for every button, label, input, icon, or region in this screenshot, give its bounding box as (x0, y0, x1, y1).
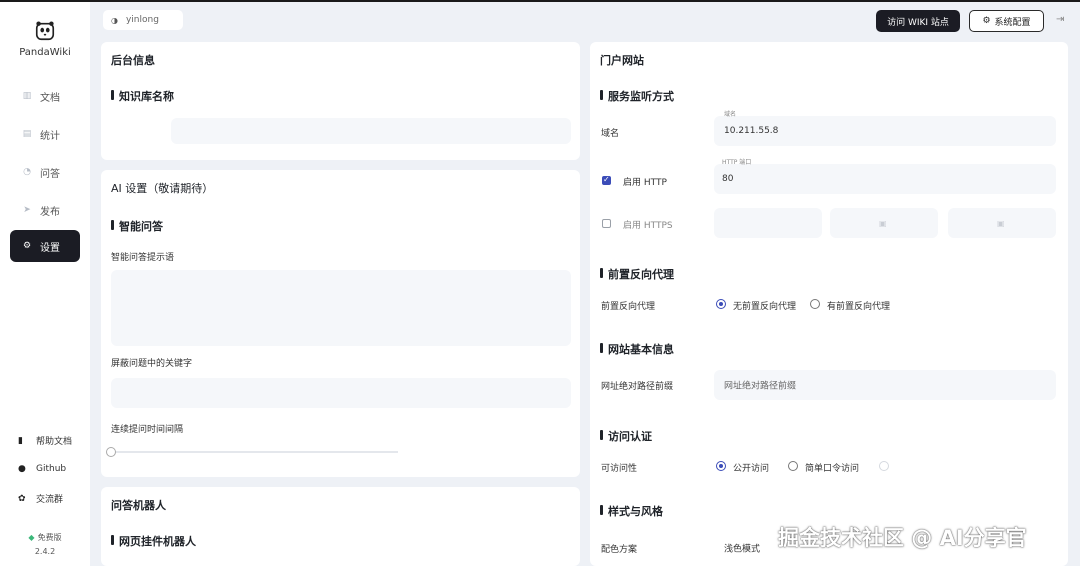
upload-icon: ▣ (878, 218, 887, 228)
kb-name-input[interactable] (171, 118, 571, 144)
system-config-label: 系统配置 (994, 17, 1031, 28)
enable-https-label: 启用 HTTPS (623, 221, 673, 231)
sidebar-item-label: 问答 (40, 168, 60, 180)
qa-robot-card: 问答机器人 网页挂件机器人 (101, 487, 580, 566)
send-icon: ➤ (23, 205, 31, 215)
https-port-input[interactable] (714, 208, 822, 238)
section-title: 知识库名称 (111, 88, 174, 104)
enable-https-checkbox[interactable] (602, 219, 611, 228)
card-title: 门户网站 (600, 54, 644, 67)
sidebar-item-label: 文档 (40, 92, 60, 104)
url-prefix-label: 网址绝对路径前缀 (601, 382, 674, 392)
proxy-label: 前置反向代理 (601, 302, 656, 312)
section-title: 访问认证 (600, 428, 652, 444)
blocked-keywords-input[interactable] (111, 378, 571, 408)
portal-card: 门户网站 服务监听方式 域名 域名 10.211.55.8 启用 HTTP HT… (590, 42, 1068, 566)
color-scheme-value: 浅色模式 (724, 544, 761, 555)
github-icon: ● (18, 464, 26, 474)
sidebar-link-label: 交流群 (36, 495, 64, 505)
watermark: 掘金技术社区 @ AI分享官 (778, 526, 1027, 550)
enable-http-checkbox[interactable] (602, 175, 611, 185)
blocked-keywords-label: 屏蔽问题中的关键字 (111, 359, 193, 369)
url-prefix-placeholder: 网址绝对路径前缀 (724, 381, 797, 392)
panda-logo-icon (35, 21, 55, 41)
radio-no-proxy-label: 无前置反向代理 (733, 302, 797, 312)
upload-icon: ▣ (996, 218, 1005, 228)
avatar-icon: ◑ (111, 15, 118, 25)
username: yinlong (125, 15, 159, 25)
section-title: 服务监听方式 (600, 88, 674, 104)
enable-http-label: 启用 HTTP (623, 178, 667, 188)
user-chip[interactable]: ◑ yinlong (103, 10, 183, 30)
https-cert-upload[interactable]: ▣ (830, 208, 938, 238)
url-prefix-input[interactable]: 网址绝对路径前缀 (714, 370, 1056, 400)
radio-disabled-option[interactable] (879, 461, 889, 471)
section-title: 前置反向代理 (600, 266, 680, 282)
radio-no-proxy[interactable] (716, 299, 726, 309)
section-title: 智能问答 (111, 218, 163, 234)
section-title: 网站基本信息 (600, 341, 674, 357)
http-port-input[interactable]: HTTP 端口 80 (714, 159, 1056, 194)
radio-public-access-label: 公开访问 (733, 464, 770, 474)
doc-icon: ▥ (22, 91, 32, 101)
chart-icon: ▤ (22, 129, 32, 139)
version-badge-label: 免费版 (37, 533, 62, 542)
radio-has-proxy-label: 有前置反向代理 (827, 302, 891, 312)
backend-info-card: 后台信息 知识库名称 (101, 42, 580, 160)
sidebar-item-label: 发布 (40, 206, 60, 218)
prompt-textarea[interactable] (111, 270, 571, 346)
sidebar-item-publish[interactable]: ➤ 发布 (10, 194, 80, 226)
interval-label: 连续提问时间间隔 (111, 425, 184, 435)
color-scheme-label: 配色方案 (601, 545, 638, 555)
section-title: 网页挂件机器人 (111, 533, 196, 549)
interval-slider-track[interactable] (113, 451, 398, 453)
app-name: PandaWiki (19, 47, 71, 58)
sidebar-item-settings[interactable]: ⚙ 设置 (10, 230, 80, 262)
version-number: 2.4.2 (34, 547, 56, 556)
badge-icon: ◆ (28, 533, 35, 542)
accessibility-label: 可访问性 (601, 464, 638, 474)
chat-icon: ◔ (23, 167, 31, 177)
card-title: AI 设置（敬请期待） (111, 182, 214, 195)
system-config-button[interactable]: ⚙ 系统配置 (969, 10, 1044, 32)
version-badge: ◆ 免费版 (0, 532, 90, 543)
app-logo[interactable]: PandaWiki (0, 20, 90, 58)
card-title: 后台信息 (111, 54, 155, 67)
sidebar-item-docs[interactable]: ▥ 文档 (10, 80, 80, 112)
domain-input[interactable]: 域名 10.211.55.8 (714, 111, 1056, 146)
sidebar-link-label: 帮助文档 (36, 437, 73, 447)
sidebar-item-label: 统计 (40, 130, 60, 142)
radio-password-access[interactable] (788, 461, 798, 471)
radio-password-access-label: 简单口令访问 (805, 464, 860, 474)
sidebar-item-qa[interactable]: ◔ 问答 (10, 156, 80, 188)
visit-wiki-button[interactable]: 访问 WIKI 站点 (876, 10, 960, 32)
group-icon: ✿ (18, 493, 26, 504)
http-port-value: 80 (722, 174, 734, 184)
interval-slider-handle[interactable] (106, 447, 116, 457)
sidebar-link-github[interactable]: ● Github (18, 464, 66, 474)
sidebar-item-stats[interactable]: ▤ 统计 (10, 118, 80, 150)
sidebar-link-help-docs[interactable]: ▮ 帮助文档 (18, 434, 73, 448)
sidebar: PandaWiki ▥ 文档 ▤ 统计 ◔ 问答 ➤ 发布 ⚙ 设置 ▮ 帮助文… (0, 2, 90, 566)
https-key-upload[interactable]: ▣ (948, 208, 1056, 238)
proxy-section-title: 前置反向代理 (608, 268, 674, 281)
http-port-field-label: HTTP 端口 (722, 159, 752, 166)
section-title: 样式与风格 (600, 503, 663, 519)
book-icon: ▮ (18, 435, 23, 446)
domain-field-label: 域名 (724, 111, 737, 118)
sidebar-item-label: 设置 (40, 242, 60, 254)
domain-value: 10.211.55.8 (724, 126, 779, 136)
sidebar-link-community[interactable]: ✿ 交流群 (18, 492, 64, 506)
card-title: 问答机器人 (111, 499, 166, 512)
ai-settings-card: AI 设置（敬请期待） 智能问答 智能问答提示语 屏蔽问题中的关键字 连续提问时… (101, 170, 580, 477)
sidebar-link-label: Github (36, 464, 67, 474)
logout-icon[interactable]: ⇥ (1056, 14, 1064, 25)
gear-icon: ⚙ (22, 241, 32, 251)
radio-has-proxy[interactable] (810, 299, 820, 309)
domain-label: 域名 (601, 129, 620, 139)
top-border (0, 0, 1080, 2)
prompt-label: 智能问答提示语 (111, 253, 175, 263)
radio-public-access[interactable] (716, 461, 726, 471)
gear-icon: ⚙ (982, 16, 991, 26)
